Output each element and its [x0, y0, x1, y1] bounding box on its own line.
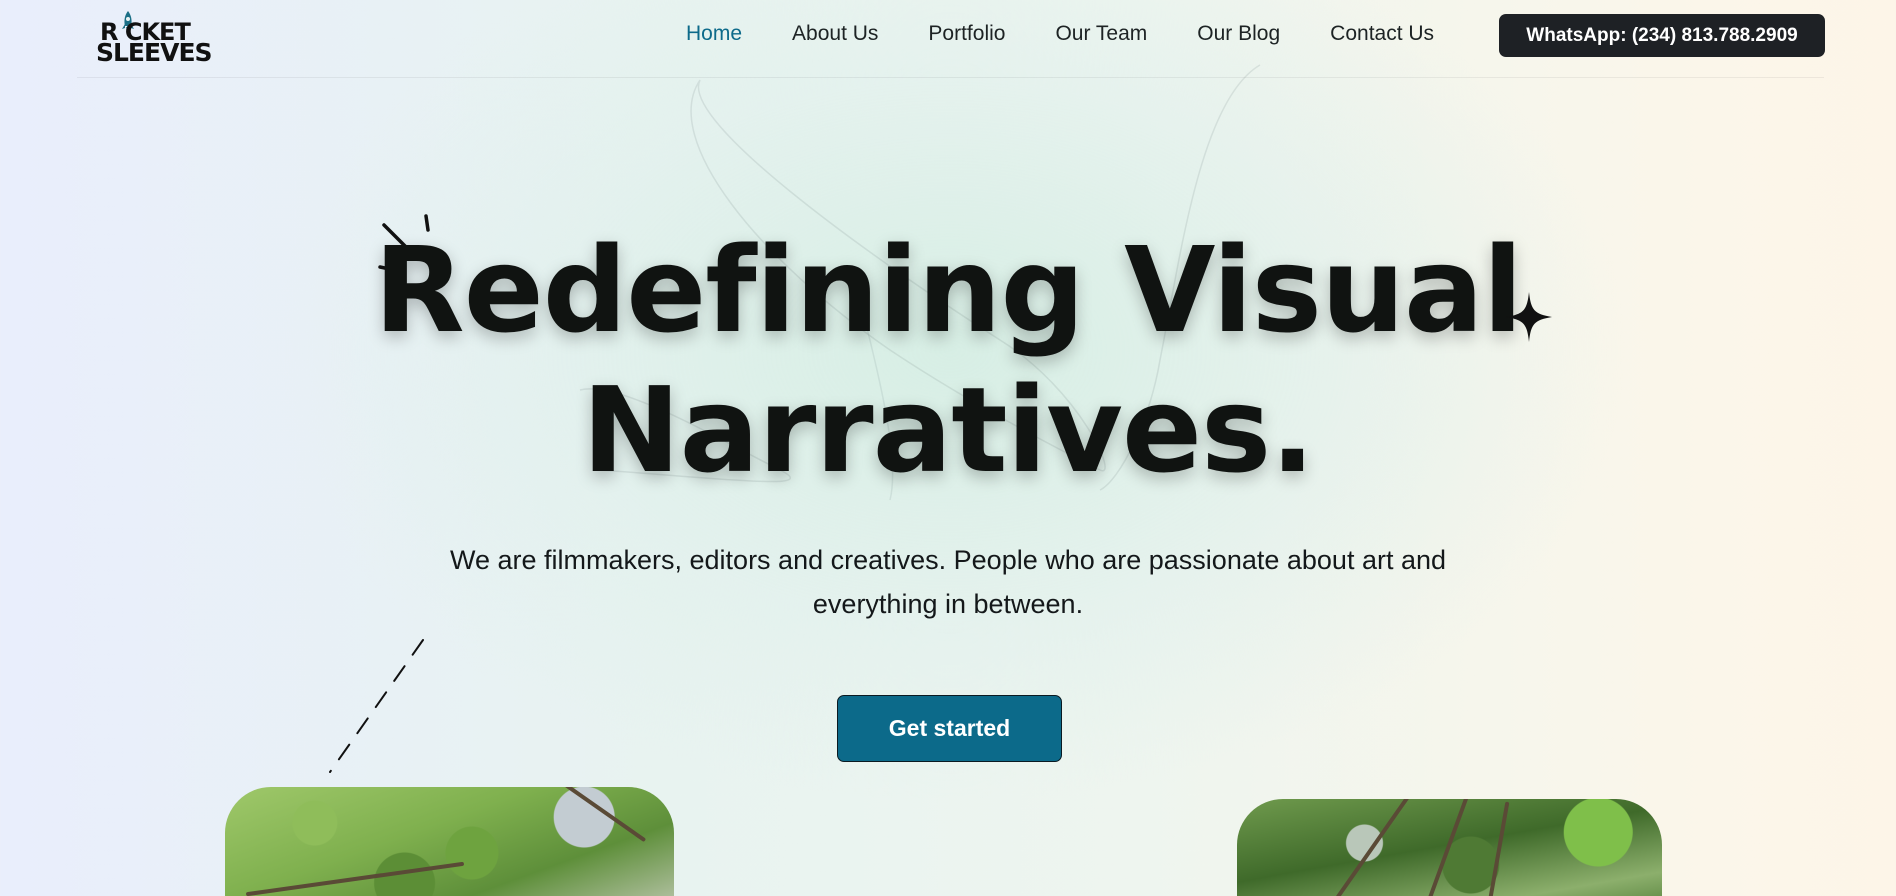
logo-line-2: SLEEVES [96, 38, 213, 67]
main-nav: Home About Us Portfolio Our Team Our Blo… [686, 22, 1484, 46]
nav-portfolio[interactable]: Portfolio [928, 22, 1005, 46]
get-started-button[interactable]: Get started [837, 695, 1062, 762]
nav-our-blog[interactable]: Our Blog [1197, 22, 1280, 46]
hero-title: Redefining Visual Narratives. [0, 220, 1896, 500]
nav-about-us[interactable]: About Us [792, 22, 878, 46]
four-point-star-icon [1506, 292, 1552, 342]
hero-photo-left [225, 787, 674, 896]
hero-photo-right [1237, 799, 1662, 896]
nav-our-team[interactable]: Our Team [1055, 22, 1147, 46]
hero-title-line-1: Redefining Visual [373, 221, 1523, 359]
hero-subtitle: We are filmmakers, editors and creatives… [449, 545, 1447, 619]
whatsapp-button[interactable]: WhatsApp: (234) 813.788.2909 [1499, 14, 1825, 57]
nav-home[interactable]: Home [686, 22, 742, 46]
dashed-line-decoration [329, 639, 424, 773]
nav-contact-us[interactable]: Contact Us [1330, 22, 1434, 46]
rocket-sleeves-logo[interactable]: R CKET SLEEVES [96, 10, 213, 65]
hero-title-line-2: Narratives. [581, 361, 1315, 499]
